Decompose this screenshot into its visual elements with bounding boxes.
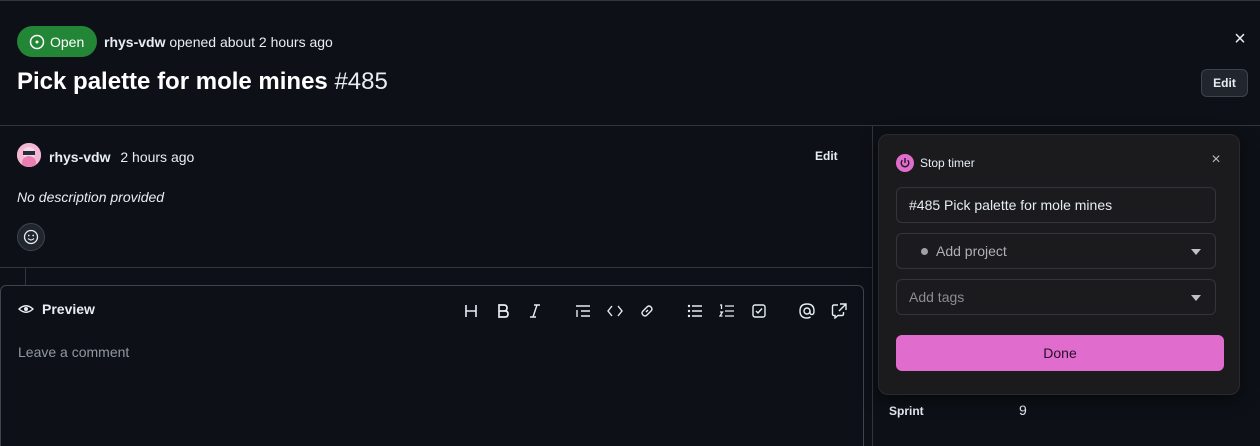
power-icon (896, 154, 914, 172)
reference-icon[interactable] (828, 300, 850, 322)
edit-comment-button[interactable]: Edit (815, 149, 838, 163)
italic-icon[interactable] (524, 300, 546, 322)
comment-textarea[interactable]: Leave a comment (18, 344, 129, 360)
project-dot-icon (921, 247, 928, 255)
header-author-link[interactable]: rhys-vdw (104, 34, 165, 50)
status-label: Open (50, 33, 85, 50)
code-icon[interactable] (604, 300, 626, 322)
header-divider (0, 125, 1260, 126)
popup-close-icon[interactable]: × (1207, 151, 1225, 169)
timer-popup: Stop timer × #485 Pick palette for mole … (878, 134, 1240, 395)
opened-text: opened about 2 hours ago (169, 34, 333, 50)
tags-placeholder: Add tags (909, 289, 965, 305)
chevron-down-icon (1191, 249, 1201, 255)
issue-title-text: Pick palette for mole mines (17, 68, 328, 95)
project-select[interactable]: Add project (896, 233, 1216, 269)
status-badge: Open (17, 26, 98, 57)
mention-icon[interactable] (796, 300, 818, 322)
comment-editor: Preview Leave a comment (0, 285, 864, 446)
project-placeholder: Add project (936, 243, 1007, 259)
done-button[interactable]: Done (896, 335, 1224, 371)
sidebar-divider (872, 125, 873, 446)
comment-body: No description provided (17, 189, 165, 205)
quote-icon[interactable] (572, 300, 594, 322)
edit-title-button[interactable]: Edit (1201, 69, 1248, 97)
opened-line: rhys-vdw opened about 2 hours ago (104, 34, 333, 50)
timer-header[interactable]: Stop timer (896, 154, 975, 172)
task-list-icon[interactable] (748, 300, 770, 322)
tags-select[interactable]: Add tags (896, 279, 1216, 315)
smiley-icon (23, 229, 39, 245)
avatar[interactable] (17, 143, 41, 167)
markdown-toolbar (1, 300, 863, 322)
unordered-list-icon[interactable] (684, 300, 706, 322)
top-border (0, 0, 1260, 1)
page-title: Pick palette for mole mines #485 (17, 68, 388, 96)
bold-icon[interactable] (492, 300, 514, 322)
thread-divider (0, 267, 872, 268)
add-reaction-button[interactable] (17, 223, 45, 251)
ordered-list-icon[interactable] (716, 300, 738, 322)
task-description-value: #485 Pick palette for mole mines (909, 197, 1113, 213)
sidebar-label-sprint: Sprint (889, 404, 924, 418)
comment-time[interactable]: 2 hours ago (120, 149, 194, 165)
chevron-down-icon (1191, 295, 1201, 301)
comment-author: rhys-vdw 2 hours ago (49, 149, 194, 165)
stop-timer-label: Stop timer (920, 156, 975, 170)
task-description-field[interactable]: #485 Pick palette for mole mines (896, 187, 1216, 223)
issue-number: #485 (334, 68, 388, 95)
sidebar-value-sprint[interactable]: 9 (1019, 402, 1027, 418)
close-icon[interactable]: × (1229, 28, 1251, 50)
issue-open-icon (29, 34, 45, 49)
comment-author-link[interactable]: rhys-vdw (49, 149, 110, 165)
timeline-line (25, 268, 26, 285)
link-icon[interactable] (636, 300, 658, 322)
heading-icon[interactable] (460, 300, 482, 322)
